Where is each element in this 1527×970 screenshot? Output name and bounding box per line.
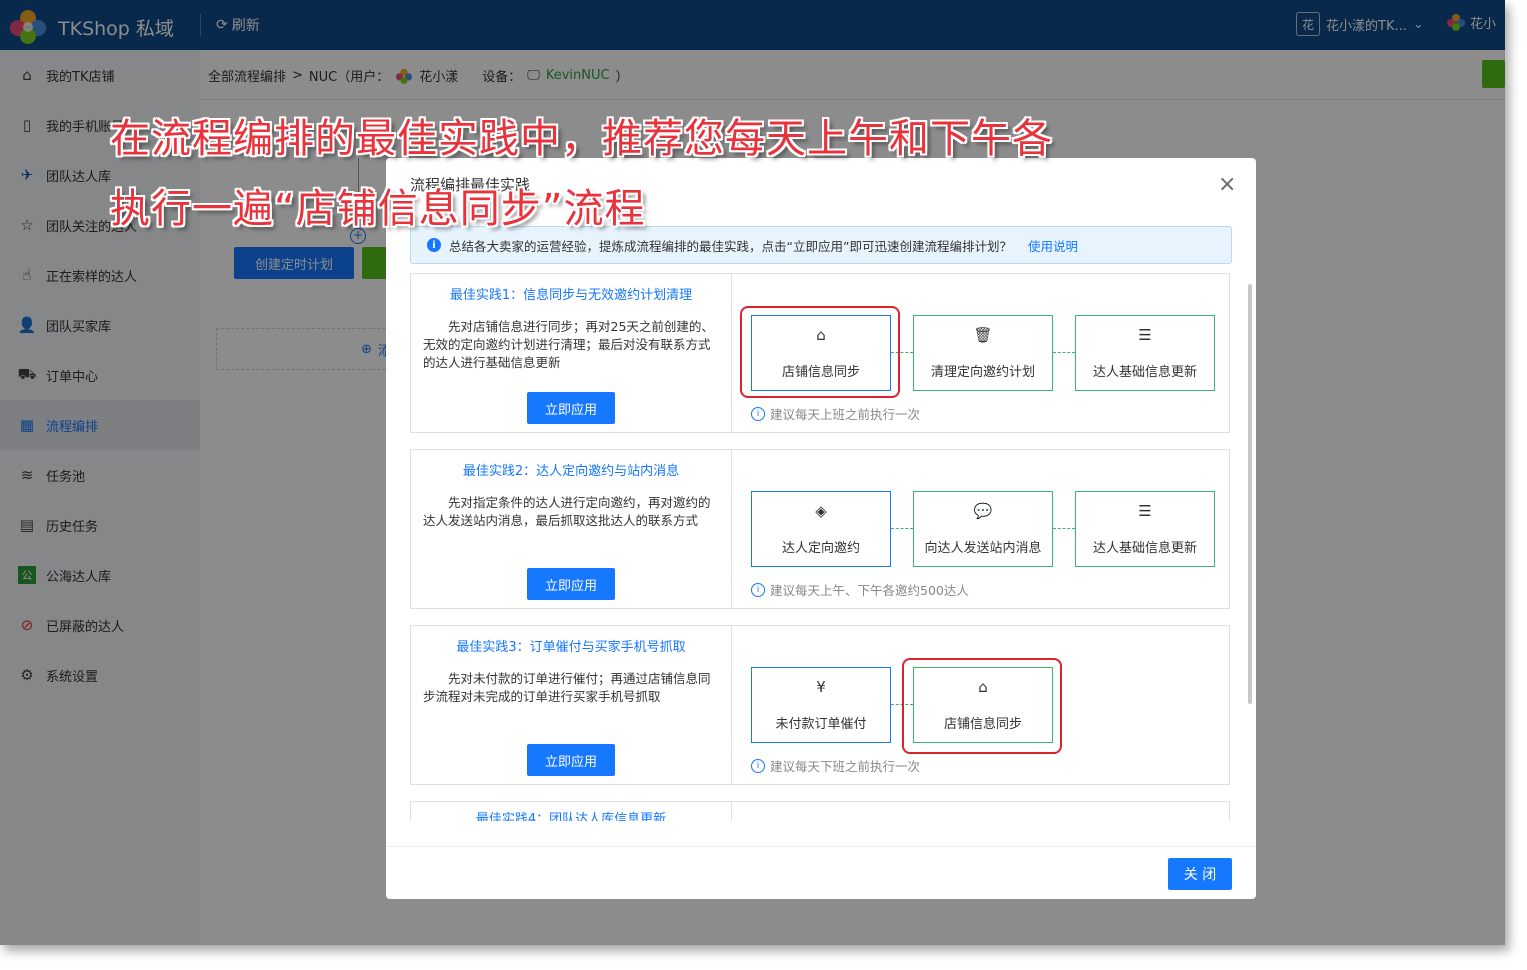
usage-guide-link[interactable]: 使用说明 <box>1028 236 1078 255</box>
practice-card: 最佳实践4：团队达人库信息更新 <box>410 801 1230 821</box>
step-label: 未付款订单催付 <box>775 717 867 732</box>
apply-button[interactable]: 立即应用 <box>527 392 615 424</box>
annotation-line-2: 执行一遍“店铺信息同步”流程 <box>110 186 646 232</box>
step-connector <box>891 528 913 529</box>
practice-title: 最佳实践2：达人定向邀约与站内消息 <box>462 464 680 479</box>
step-targeted-invite[interactable]: ◈ 达人定向邀约 <box>751 491 891 567</box>
practice-desc: 先对店铺信息进行同步；再对25天之前创建的、无效的定向邀约计划进行清理；最后对没… <box>423 319 714 370</box>
practice-hint: i 建议每天上午、下午各邀约500达人 <box>751 580 969 599</box>
list-icon: ☰ <box>1138 502 1152 520</box>
hint-text: 建议每天上班之前执行一次 <box>770 407 921 422</box>
info-text: 总结各大卖家的运营经验，提炼成流程编排的最佳实践，点击“立即应用”即可迅速创建流… <box>449 238 1012 254</box>
step-update-info[interactable]: ☰ 达人基础信息更新 <box>1075 315 1215 391</box>
close-icon[interactable]: × <box>1218 174 1236 196</box>
hint-text: 建议每天下班之前执行一次 <box>770 759 921 774</box>
divider <box>386 846 1256 847</box>
step-label: 清理定向邀约计划 <box>930 365 1035 380</box>
practice-card: 最佳实践2：达人定向邀约与站内消息 先对指定条件的达人进行定向邀约，再对邀约的达… <box>410 449 1230 609</box>
practice-hint: i 建议每天下班之前执行一次 <box>751 756 920 775</box>
best-practice-modal: 流程编排最佳实践 × i 总结各大卖家的运营经验，提炼成流程编排的最佳实践，点击… <box>386 158 1256 899</box>
practice-hint: i 建议每天上班之前执行一次 <box>751 404 920 423</box>
annotation-line-1: 在流程编排的最佳实践中，推荐您每天上午和下午各 <box>110 116 1053 162</box>
step-payment-reminder[interactable]: ¥ 未付款订单催付 <box>751 667 891 743</box>
step-label: 达人基础信息更新 <box>1092 365 1197 380</box>
list-icon: ☰ <box>1138 326 1152 344</box>
close-button[interactable]: 关 闭 <box>1168 858 1232 890</box>
app-window: TKShop 私域 ⟳ 刷新 花 花小漾的TK... ⌄ 花小 ⌂ 我的TK店铺 ▯… <box>0 0 1505 945</box>
info-icon: i <box>427 238 441 252</box>
tag-icon: ◈ <box>815 502 827 520</box>
step-connector <box>1053 528 1075 529</box>
highlight-box <box>740 306 900 398</box>
step-label: 达人基础信息更新 <box>1092 541 1197 556</box>
highlight-box <box>902 658 1062 754</box>
apply-button[interactable]: 立即应用 <box>527 744 615 776</box>
hint-text: 建议每天上午、下午各邀约500达人 <box>770 583 969 598</box>
info-icon: i <box>751 758 765 773</box>
practice-card: 最佳实践3：订单催付与买家手机号抓取 先对未付款的订单进行催付；再通过店铺信息同… <box>410 625 1230 785</box>
practice-info: 最佳实践2：达人定向邀约与站内消息 先对指定条件的达人进行定向邀约，再对邀约的达… <box>411 450 732 608</box>
practice-info: 最佳实践3：订单催付与买家手机号抓取 先对未付款的订单进行催付；再通过店铺信息同… <box>411 626 732 784</box>
step-clean-invites[interactable]: 🗑 清理定向邀约计划 <box>913 315 1053 391</box>
practice-info: 最佳实践4：团队达人库信息更新 <box>411 802 732 821</box>
info-icon: i <box>751 406 765 421</box>
step-update-info[interactable]: ☰ 达人基础信息更新 <box>1075 491 1215 567</box>
step-send-message[interactable]: 💬 向达人发送站内消息 <box>913 491 1053 567</box>
practice-title: 最佳实践1：信息同步与无效邀约计划清理 <box>449 288 693 303</box>
step-label: 达人定向邀约 <box>781 541 860 556</box>
chat-icon: 💬 <box>973 502 993 520</box>
practice-title: 最佳实践4：团队达人库信息更新 <box>475 812 667 821</box>
practice-desc: 先对未付款的订单进行催付；再通过店铺信息同步流程对未完成的订单进行买家手机号抓取 <box>423 671 711 704</box>
yen-icon: ¥ <box>816 678 826 696</box>
practice-info: 最佳实践1：信息同步与无效邀约计划清理 先对店铺信息进行同步；再对25天之前创建… <box>411 274 732 432</box>
trash-icon: 🗑 <box>973 326 993 344</box>
info-icon: i <box>751 582 765 597</box>
scrollbar[interactable] <box>1248 284 1252 704</box>
practice-desc: 先对指定条件的达人进行定向邀约，再对邀约的达人发送站内消息，最后抓取这批达人的联… <box>423 495 711 528</box>
step-label: 向达人发送站内消息 <box>924 541 1042 556</box>
practice-title: 最佳实践3：订单催付与买家手机号抓取 <box>456 640 686 655</box>
apply-button[interactable]: 立即应用 <box>527 568 615 600</box>
step-connector <box>1053 352 1075 353</box>
